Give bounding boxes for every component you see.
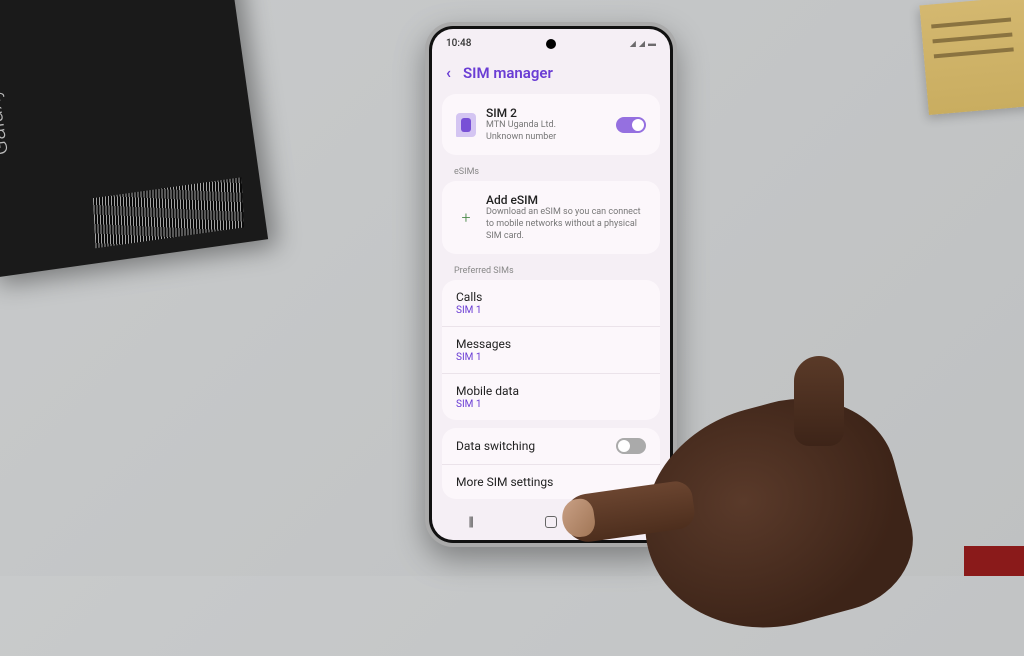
sim2-toggle[interactable] xyxy=(616,117,646,133)
status-icons: ◢ ◢ ▬ xyxy=(630,39,656,48)
esims-section-label: eSIMs xyxy=(432,163,670,181)
mobile-data-value: SIM 1 xyxy=(456,399,519,410)
add-esim-card[interactable]: + Add eSIM Download an eSIM so you can c… xyxy=(442,181,660,254)
status-time: 10:48 xyxy=(446,38,471,49)
messages-value: SIM 1 xyxy=(456,352,511,363)
sim2-carrier: MTN Uganda Ltd. xyxy=(486,120,606,132)
plus-icon: + xyxy=(456,208,476,228)
calls-value: SIM 1 xyxy=(456,305,482,316)
box-label: Galaxy S25 Ultra xyxy=(0,0,14,157)
box-barcode xyxy=(93,177,244,248)
mobile-data-label: Mobile data xyxy=(456,384,519,398)
sim2-card[interactable]: SIM 2 MTN Uganda Ltd. Unknown number xyxy=(442,94,660,155)
user-hand xyxy=(544,346,904,626)
product-box: Galaxy S25 Ultra xyxy=(0,0,268,278)
preferred-section-label: Preferred SIMs xyxy=(432,262,670,280)
nav-recent-button[interactable]: ||| xyxy=(468,515,472,530)
sim-card-icon xyxy=(456,113,476,137)
data-switching-label: Data switching xyxy=(456,439,535,453)
page-title: SIM manager xyxy=(463,64,553,82)
sim2-number: Unknown number xyxy=(486,132,606,144)
add-esim-title: Add eSIM xyxy=(486,193,646,207)
calls-label: Calls xyxy=(456,290,482,304)
calls-item[interactable]: Calls SIM 1 xyxy=(442,280,660,327)
page-header: ‹ SIM manager xyxy=(432,57,670,94)
more-sim-settings-label: More SIM settings xyxy=(456,475,553,489)
wooden-object xyxy=(919,0,1024,115)
front-camera xyxy=(546,39,556,49)
back-button[interactable]: ‹ xyxy=(446,63,451,82)
add-esim-desc: Download an eSIM so you can connect to m… xyxy=(486,207,646,242)
sim2-title: SIM 2 xyxy=(486,106,606,120)
corner-mark xyxy=(964,546,1024,576)
messages-label: Messages xyxy=(456,337,511,351)
